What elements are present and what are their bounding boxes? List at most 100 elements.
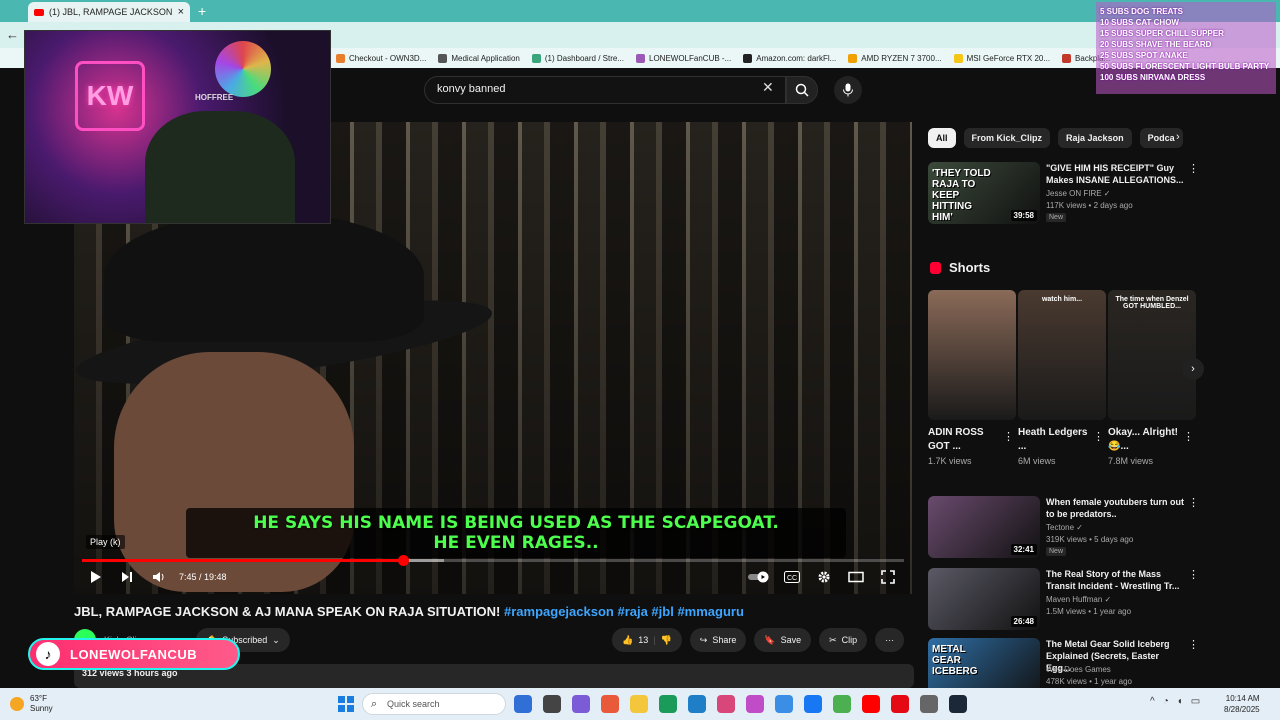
video-hashtags[interactable]: #rampagejackson #raja #jbl #mmaguru [504, 604, 744, 619]
taskbar-app-icon[interactable] [804, 695, 822, 713]
short-title: ADIN ROSS GOT ... [928, 427, 984, 452]
recommended-video[interactable]: 26:48 The Real Story of the Mass Transit … [928, 568, 1199, 632]
taskbar-app-icon[interactable] [601, 695, 619, 713]
thumbnail-text: METAL GEAR ICEBERG [932, 644, 978, 677]
taskbar-app-icon[interactable] [543, 695, 561, 713]
short-card[interactable]: The time when Denzel GOT HUMBLED... Okay.… [1108, 290, 1196, 466]
settings-button[interactable] [817, 570, 831, 587]
short-thumbnail[interactable] [928, 290, 1016, 420]
filter-chip[interactable]: From Kick_Clipz [963, 128, 1051, 148]
system-tray: ^ ◔ ◖ ▭ [1150, 696, 1200, 707]
video-thumbnail[interactable]: 'THEY TOLD RAJA TO KEEP HITTING HIM' 39:5… [928, 162, 1040, 224]
filter-chip[interactable]: Raja Jackson [1058, 128, 1132, 148]
video-thumbnail[interactable]: 32:41 [928, 496, 1040, 558]
autoplay-toggle[interactable] [748, 570, 770, 586]
volume-button[interactable] [152, 570, 166, 586]
short-thumbnail[interactable]: watch him... [1018, 290, 1106, 420]
subtitles-button[interactable]: CC [784, 570, 800, 586]
tiktok-icon: ♪ [36, 642, 60, 666]
close-tab-icon[interactable]: × [178, 6, 184, 18]
taskbar-app-icon[interactable] [572, 695, 590, 713]
recommended-channel[interactable]: Jesse ON FIRE ✓ [1046, 189, 1111, 198]
bookmark-favicon-icon [848, 53, 858, 63]
kebab-menu-icon[interactable]: ⋮ [1003, 430, 1014, 443]
recommended-video[interactable]: 'THEY TOLD RAJA TO KEEP HITTING HIM' 39:5… [928, 162, 1199, 226]
kebab-menu-icon[interactable]: ⋮ [1188, 496, 1199, 509]
voice-search-button[interactable] [834, 76, 862, 104]
recommended-channel[interactable]: Tectone ✓ [1046, 523, 1083, 532]
clock-time: 10:14 AM [1225, 694, 1260, 703]
kebab-menu-icon[interactable]: ⋮ [1183, 430, 1194, 443]
share-button[interactable]: ↪ Share [689, 628, 747, 652]
filter-chip[interactable]: All [928, 128, 956, 148]
search-button[interactable] [786, 76, 818, 104]
taskbar-app-icon[interactable] [949, 695, 967, 713]
bookmark-item[interactable]: MSI GeForce RTX 20... [953, 53, 1051, 63]
recommended-channel[interactable]: Maven Huffman ✓ [1046, 595, 1111, 604]
browser-tab-active[interactable]: (1) JBL, RAMPAGE JACKSON & AJ M × [28, 2, 190, 22]
bookmark-item[interactable]: Amazon.com: darkFl... [743, 53, 836, 63]
bookmark-item[interactable]: AMD RYZEN 7 3700... [848, 53, 942, 63]
kebab-menu-icon[interactable]: ⋮ [1188, 162, 1199, 175]
shorts-next-button[interactable]: › [1182, 358, 1204, 380]
new-tab-button[interactable]: + [198, 3, 206, 19]
taskbar-app-icon[interactable] [891, 695, 909, 713]
bookmark-item[interactable]: LONEWOLFanCUB -... [636, 53, 731, 63]
recommended-channel[interactable]: Wes Does Games [1046, 665, 1111, 674]
clip-button[interactable]: ✂ Clip [819, 628, 868, 652]
kebab-menu-icon[interactable]: ⋮ [1093, 430, 1104, 443]
short-title: Okay... Alright! 😂... [1108, 427, 1179, 452]
taskbar-app-icon[interactable] [659, 695, 677, 713]
like-count: 13 [638, 635, 649, 645]
taskbar-search[interactable]: ⌕ Quick search [362, 693, 506, 715]
back-button[interactable]: ← [6, 27, 19, 42]
taskbar-app-icon[interactable] [775, 695, 793, 713]
chevron-down-icon: ⌄ [272, 634, 280, 645]
thumbs-down-icon[interactable]: 👎 [661, 635, 672, 646]
taskbar-app-icon[interactable] [746, 695, 764, 713]
like-dislike-button[interactable]: 👍 13 | 👎 [612, 628, 682, 652]
taskbar-app-icon[interactable] [717, 695, 735, 713]
taskbar-app-icon[interactable] [688, 695, 706, 713]
fullscreen-button[interactable] [881, 570, 895, 587]
clear-search-icon[interactable]: ✕ [762, 79, 774, 96]
battery-icon[interactable]: ▭ [1191, 696, 1200, 707]
system-clock[interactable]: 10:14 AM 8/28/2025 [1224, 693, 1260, 715]
recommended-stats: 1.5M views • 1 year ago [1046, 607, 1132, 616]
svg-text:CC: CC [787, 575, 797, 582]
sub-goal-line: 5 SUBS DOG TREATS [1100, 7, 1183, 16]
taskbar-app-icon[interactable] [833, 695, 851, 713]
video-thumbnail[interactable]: 26:48 [928, 568, 1040, 630]
search-input[interactable]: konvy banned [424, 76, 786, 104]
bookmark-item[interactable]: Checkout - OWN3D... [336, 53, 426, 63]
bookmark-favicon-icon [743, 53, 753, 63]
wifi-icon[interactable]: ◔ [1163, 696, 1169, 707]
taskbar-app-icon[interactable] [862, 695, 880, 713]
short-card[interactable]: watch him... Heath Ledgers ... 6M views ⋮ [1018, 290, 1106, 466]
thumbnail-text: 'THEY TOLD RAJA TO KEEP HITTING HIM' [932, 168, 991, 223]
chevron-up-icon[interactable]: ^ [1150, 696, 1155, 707]
chevron-right-icon[interactable]: › [1176, 131, 1180, 143]
start-button[interactable] [338, 696, 354, 712]
short-card[interactable]: ADIN ROSS GOT ... 1.7K views ⋮ [928, 290, 1016, 466]
recommended-video[interactable]: 32:41 When female youtubers turn out to b… [928, 496, 1199, 560]
weather-widget[interactable]: 63°F Sunny [10, 694, 53, 714]
theater-mode-button[interactable] [848, 570, 864, 586]
bookmark-item[interactable]: Medical Application [438, 53, 520, 63]
save-button[interactable]: 🔖 Save [754, 628, 812, 652]
taskbar-app-icon[interactable] [630, 695, 648, 713]
taskbar-app-icon[interactable] [514, 695, 532, 713]
speaker-icon[interactable]: ◖ [1177, 696, 1183, 707]
next-button[interactable] [121, 570, 133, 586]
play-button[interactable] [90, 570, 102, 587]
kebab-menu-icon[interactable]: ⋮ [1188, 568, 1199, 581]
kebab-menu-icon[interactable]: ⋮ [1188, 638, 1199, 651]
short-thumbnail[interactable]: The time when Denzel GOT HUMBLED... [1108, 290, 1196, 420]
recommended-stats: 117K views • 2 days ago [1046, 201, 1133, 210]
more-actions-button[interactable]: ··· [875, 628, 905, 652]
bookmark-item[interactable]: (1) Dashboard / Stre... [531, 53, 624, 63]
progress-bar[interactable] [82, 555, 904, 566]
divider: | [653, 635, 656, 645]
taskbar-app-icon[interactable] [920, 695, 938, 713]
bookmark-label: MSI GeForce RTX 20... [966, 53, 1051, 63]
